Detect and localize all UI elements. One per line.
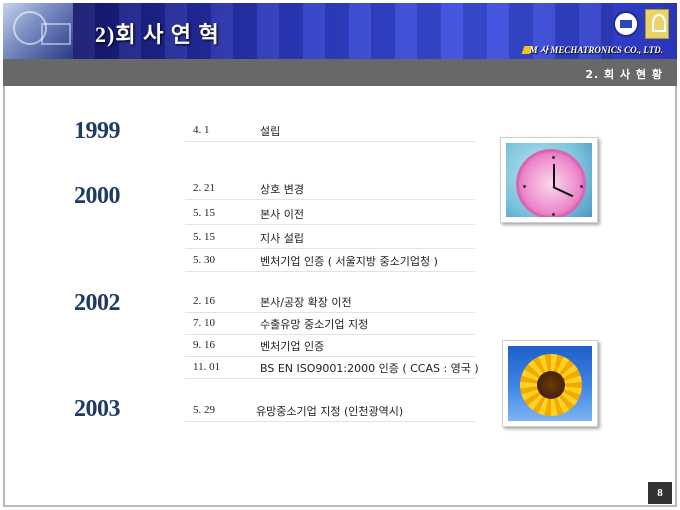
page-number: 8 (648, 482, 672, 504)
event-date: 5. 30 (193, 254, 215, 266)
event-desc: 수출유망 중소기업 지정 (260, 318, 369, 331)
history-row: 5. 15 지사 설립 (185, 227, 475, 249)
history-row: 11. 01 BS EN ISO9001:2000 인증 ( CCAS : 영국… (185, 357, 479, 379)
event-date: 5. 15 (193, 231, 215, 243)
header-photo (3, 3, 73, 59)
event-date: 4. 1 (193, 124, 210, 136)
history-row: 5. 15 본사 이전 (185, 203, 475, 225)
history-row: 5. 29 유망중소기업 지정 (인천광역시) (185, 400, 475, 422)
event-date: 9. 16 (193, 339, 215, 351)
sunflower-photo (502, 340, 598, 427)
event-desc: BS EN ISO9001:2000 인증 ( CCAS : 영국 ) (260, 362, 479, 375)
event-desc: 유망중소기업 지정 (인천광역시) (256, 405, 404, 418)
event-date: 2. 16 (193, 295, 215, 307)
history-row: 2. 16 본사/공장 확장 이전 (185, 291, 475, 313)
event-date: 11. 01 (193, 361, 221, 373)
event-date: 5. 15 (193, 207, 215, 219)
history-row: 2. 21 상호 변경 (185, 178, 475, 200)
slide: 2)회 사 연 혁 M 사 MECHATRONICS CO., LTD. 2. … (0, 0, 680, 510)
clock-icon (516, 149, 586, 217)
clock-photo (500, 137, 598, 223)
event-date: 7. 10 (193, 317, 215, 329)
section-title: 2. 회 사 현 황 (585, 68, 663, 81)
event-desc: 지사 설립 (260, 232, 304, 245)
event-desc: 상호 변경 (260, 183, 304, 196)
history-row: 4. 1 설립 (185, 120, 475, 142)
event-desc: 벤처기업 인증 ( 서울지방 중소기업청 ) (260, 255, 438, 268)
year-label: 2000 (74, 183, 121, 209)
page-title: 2)회 사 연 혁 (95, 22, 220, 47)
event-desc: 본사 이전 (260, 208, 304, 221)
event-desc: 벤처기업 인증 (260, 340, 325, 353)
quality-cert-mark-icon (645, 9, 669, 39)
event-desc: 설립 (260, 125, 281, 138)
section-bar: 2. 회 사 현 황 (3, 59, 677, 86)
history-row: 7. 10 수출유망 중소기업 지정 (185, 313, 475, 335)
header-banner: 2)회 사 연 혁 M 사 MECHATRONICS CO., LTD. (3, 3, 677, 59)
event-date: 2. 21 (193, 182, 215, 194)
year-label: 1999 (74, 118, 121, 144)
event-desc: 본사/공장 확장 이전 (260, 296, 352, 309)
event-date: 5. 29 (193, 404, 215, 416)
history-row: 5. 30 벤처기업 인증 ( 서울지방 중소기업청 ) (185, 250, 475, 272)
year-label: 2002 (74, 290, 121, 316)
quality-cert-badge-icon (613, 11, 639, 37)
history-row: 9. 16 벤처기업 인증 (185, 335, 475, 357)
year-label: 2003 (74, 396, 121, 422)
company-name: M 사 MECHATRONICS CO., LTD. (529, 45, 663, 55)
